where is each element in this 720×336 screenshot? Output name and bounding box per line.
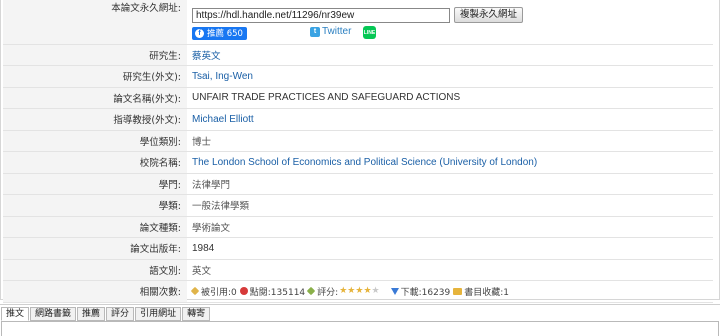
cited-text: 被引用:0 xyxy=(201,287,237,298)
rating-stat: 評分: ★ ★ ★ ★ ★ xyxy=(306,285,380,298)
row-degree: 學位類別: 博士 xyxy=(3,130,713,152)
student-en-value[interactable]: Tsai, Ing-Wen xyxy=(187,65,713,88)
rating-stars: ★ ★ ★ ★ ★ xyxy=(339,285,380,296)
downloads-stat: 下載:16239 xyxy=(390,285,451,298)
language-label: 語文別: xyxy=(3,259,187,281)
tab-content-panel xyxy=(1,321,719,336)
twitter-share-link[interactable]: t Twitter xyxy=(310,26,351,37)
category-value: 一般法律學類 xyxy=(187,194,713,217)
row-year: 論文出版年: 1984 xyxy=(3,237,713,260)
rating-icon xyxy=(306,287,316,296)
year-value: 1984 xyxy=(187,237,713,260)
category-label: 學類: xyxy=(3,194,187,217)
thesis-metadata-table: 本論文永久網址: 複製永久網址 f 推薦 650 t Twitter LINE xyxy=(3,0,713,303)
school-label: 校院名稱: xyxy=(3,151,187,174)
row-discipline: 學門: 法律學門 xyxy=(3,173,713,195)
tab-0[interactable]: 推文 xyxy=(1,307,30,321)
action-tabs: 推文 網路書籤 推薦 評分 引用網址 轉寄 xyxy=(0,304,720,336)
rating-text: 評分: xyxy=(317,287,339,298)
facebook-icon: f xyxy=(195,28,204,38)
type-value: 學術論文 xyxy=(187,216,713,238)
star-icon: ★ xyxy=(339,285,348,296)
discipline-label: 學門: xyxy=(3,173,187,195)
tab-1[interactable]: 網路書籤 xyxy=(30,307,77,321)
bookmark-icon xyxy=(453,287,463,295)
views-text: 點閱:135114 xyxy=(249,287,306,298)
tab-2[interactable]: 推薦 xyxy=(77,307,106,321)
title-en-label: 論文名稱(外文): xyxy=(3,87,187,109)
tab-strip: 推文 網路書籤 推薦 評分 引用網址 轉寄 xyxy=(1,307,720,321)
line-share-icon[interactable]: LINE xyxy=(363,26,376,39)
copy-permalink-button[interactable]: 複製永久網址 xyxy=(454,7,524,23)
student-en-label: 研究生(外文): xyxy=(3,65,187,88)
row-advisor-en: 指導教授(外文): Michael Elliott xyxy=(3,108,713,131)
title-en-value: UNFAIR TRADE PRACTICES AND SAFEGUARD ACT… xyxy=(187,87,713,109)
bookmarks-stat: 書目收藏:1 xyxy=(453,285,509,298)
tab-3[interactable]: 評分 xyxy=(106,307,135,321)
social-share-bar: f 推薦 650 t Twitter LINE xyxy=(192,26,713,40)
row-category: 學類: 一般法律學類 xyxy=(3,194,713,217)
stats-bar: 被引用:0 點閱:135114 評分: ★ ★ ★ ★ ★ 下載:16239 書… xyxy=(190,285,713,298)
row-language: 語文別: 英文 xyxy=(3,259,713,281)
star-icon: ★ xyxy=(347,285,356,296)
student-value[interactable]: 蔡英文 xyxy=(187,44,713,66)
downloads-text: 下載:16239 xyxy=(400,287,451,298)
bookmarks-text: 書目收藏:1 xyxy=(464,287,510,298)
thesis-detail-panel: 本論文永久網址: 複製永久網址 f 推薦 650 t Twitter LINE xyxy=(0,0,720,303)
star-icon: ★ xyxy=(363,285,372,296)
permalink-label: 本論文永久網址: xyxy=(3,0,187,45)
student-label: 研究生: xyxy=(3,44,187,66)
eye-icon xyxy=(239,287,248,296)
row-student: 研究生: 蔡英文 xyxy=(3,44,713,66)
language-value: 英文 xyxy=(187,259,713,281)
stats-label: 相關次數: xyxy=(3,280,187,303)
advisor-en-label: 指導教授(外文): xyxy=(3,108,187,131)
discipline-value: 法律學門 xyxy=(187,173,713,195)
school-value[interactable]: The London School of Economics and Polit… xyxy=(187,151,713,174)
row-type: 論文種類: 學術論文 xyxy=(3,216,713,238)
permalink-input[interactable] xyxy=(192,7,450,23)
degree-label: 學位類別: xyxy=(3,130,187,152)
degree-value: 博士 xyxy=(187,130,713,152)
tab-5[interactable]: 轉寄 xyxy=(182,307,211,321)
twitter-icon: t xyxy=(310,26,320,37)
facebook-recommend-label: 推薦 650 xyxy=(207,29,243,39)
views-stat: 點閱:135114 xyxy=(239,285,306,298)
twitter-label: Twitter xyxy=(322,26,352,37)
cited-stat: 被引用:0 xyxy=(190,285,237,298)
row-permalink: 本論文永久網址: 複製永久網址 f 推薦 650 t Twitter LINE xyxy=(3,0,713,45)
tab-4[interactable]: 引用網址 xyxy=(135,307,182,321)
row-title-en: 論文名稱(外文): UNFAIR TRADE PRACTICES AND SAF… xyxy=(3,87,713,109)
advisor-en-value[interactable]: Michael Elliott xyxy=(187,108,713,131)
download-icon xyxy=(390,287,399,295)
star-icon: ★ xyxy=(371,285,380,296)
year-label: 論文出版年: xyxy=(3,237,187,260)
facebook-recommend-button[interactable]: f 推薦 650 xyxy=(192,26,247,40)
row-student-en: 研究生(外文): Tsai, Ing-Wen xyxy=(3,65,713,88)
row-stats: 相關次數: 被引用:0 點閱:135114 評分: ★ ★ ★ ★ ★ 下載:1… xyxy=(3,280,713,303)
type-label: 論文種類: xyxy=(3,216,187,238)
star-icon: ★ xyxy=(355,285,364,296)
quote-icon xyxy=(190,287,200,296)
row-school: 校院名稱: The London School of Economics and… xyxy=(3,151,713,174)
